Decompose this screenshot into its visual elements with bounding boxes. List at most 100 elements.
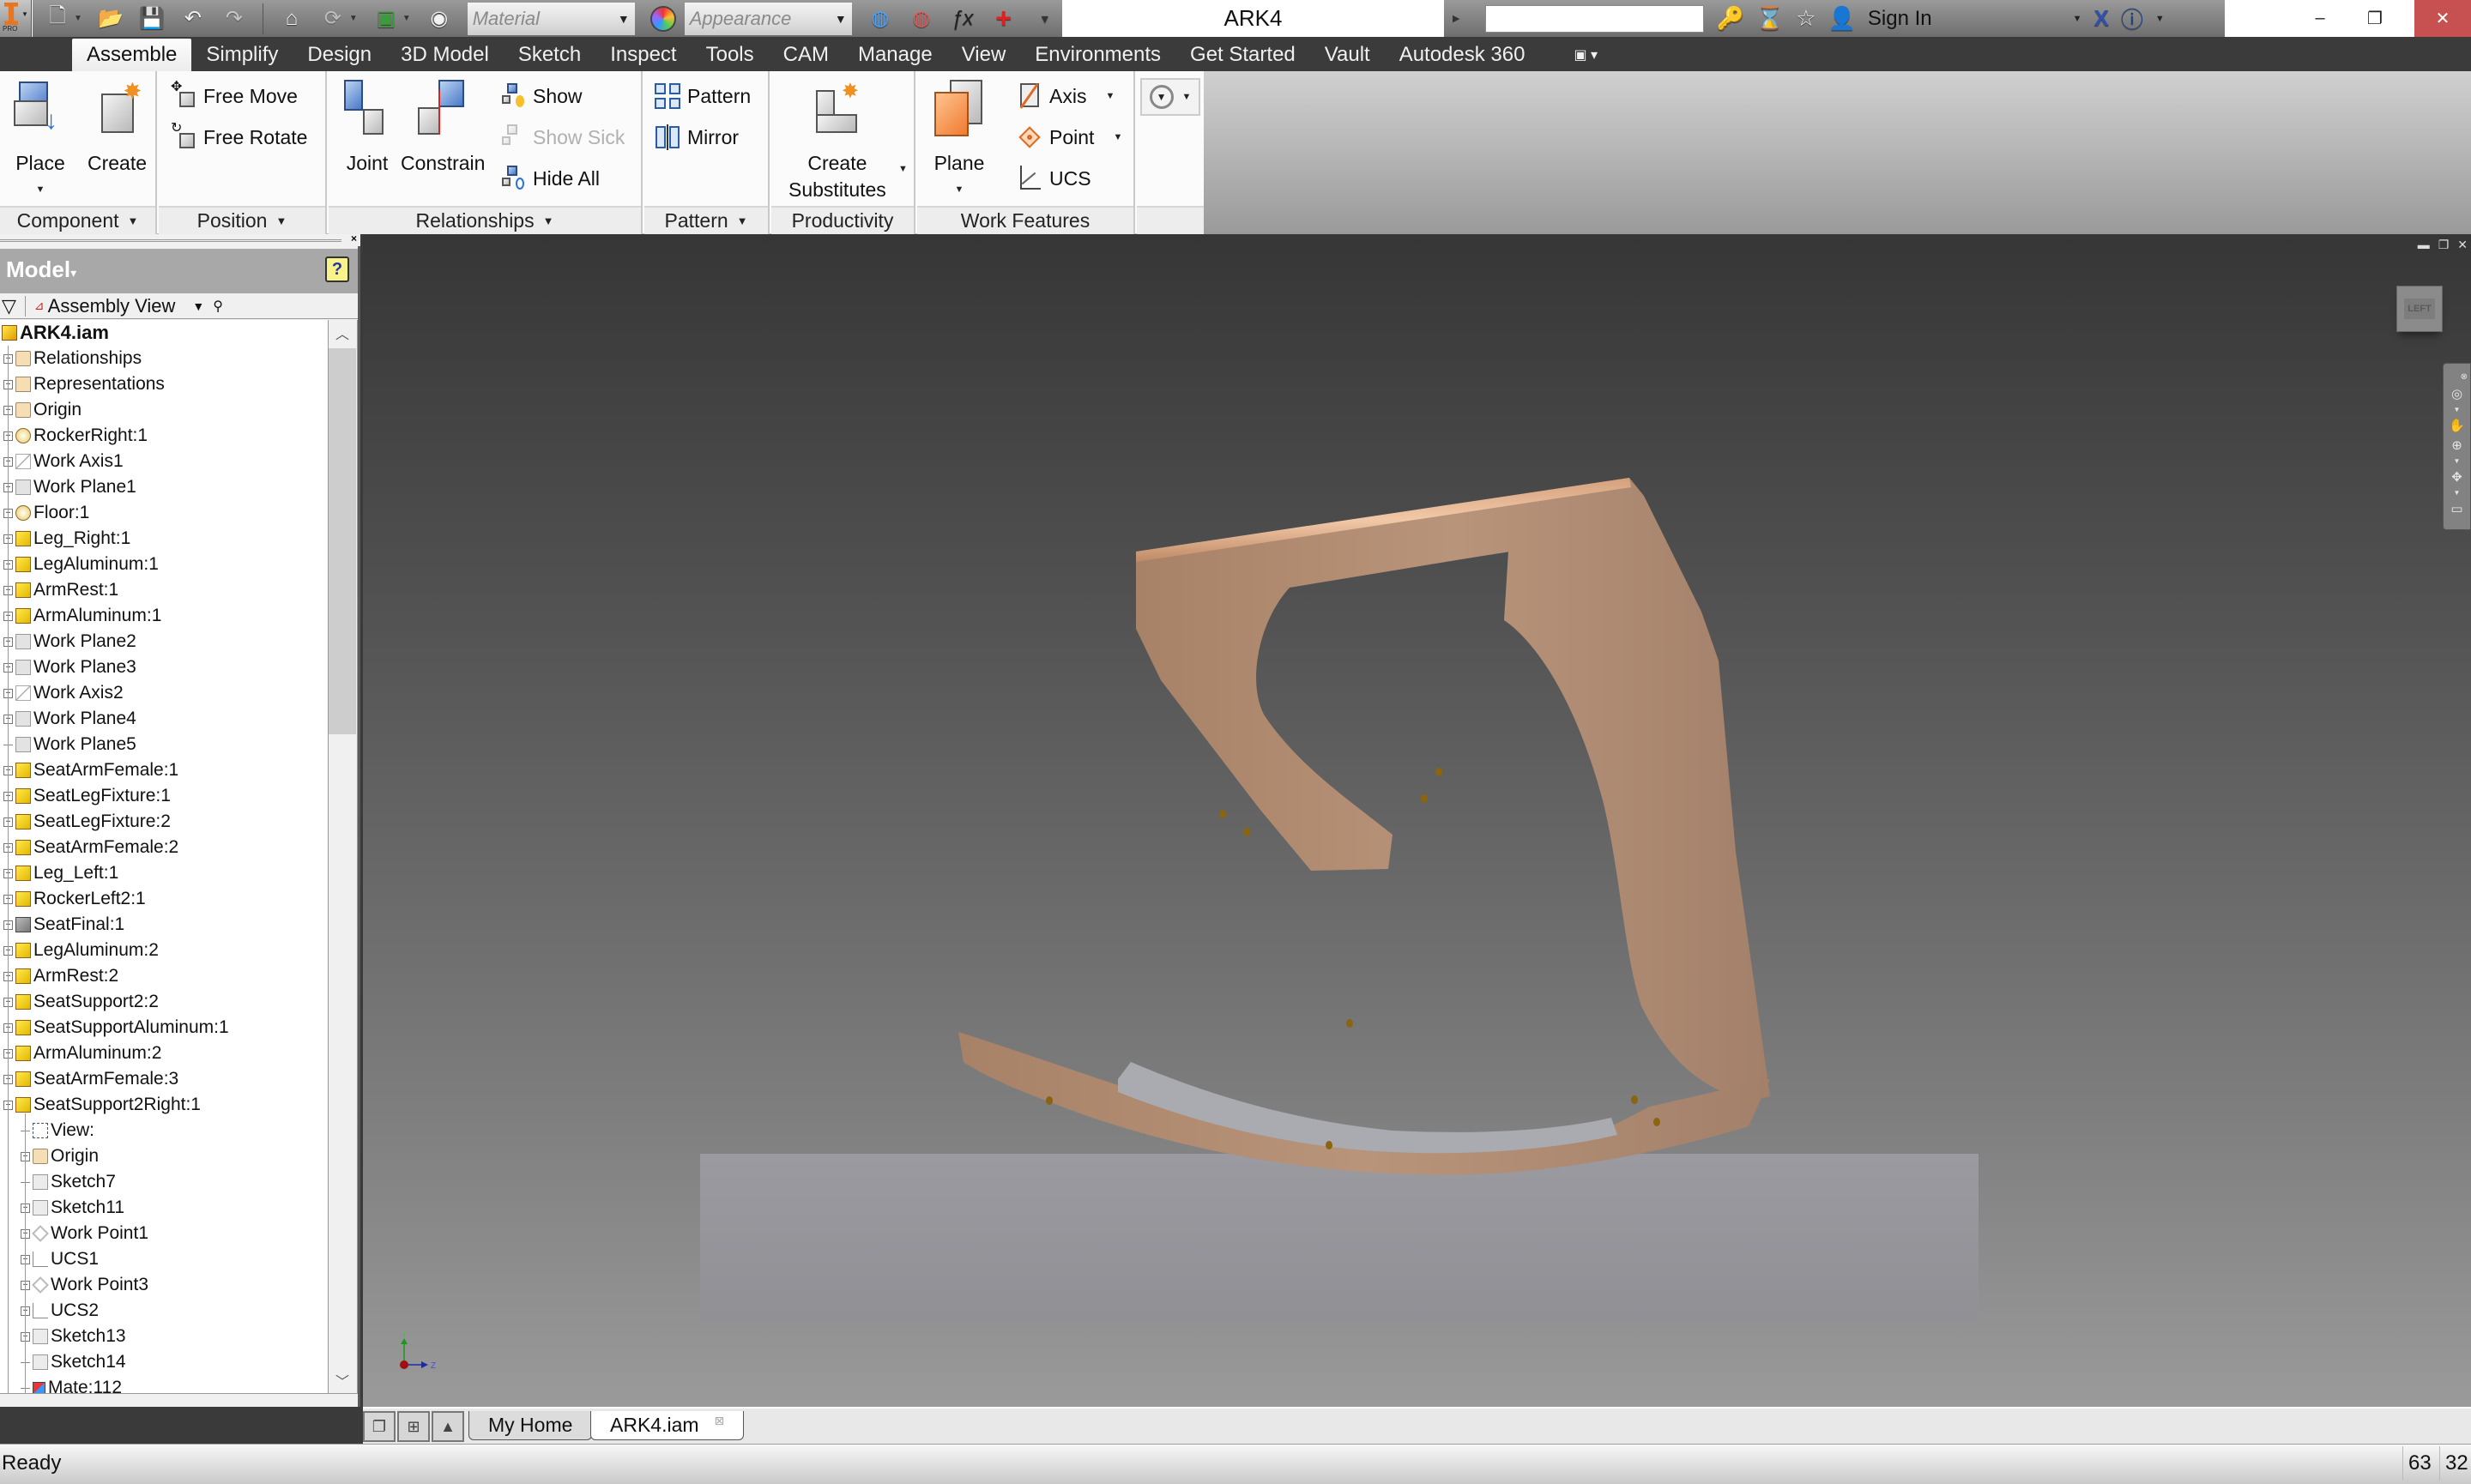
tree-item[interactable]: Sketch7 xyxy=(21,1169,116,1195)
tree-item[interactable]: +Work Point1 xyxy=(21,1221,148,1246)
tree-item[interactable]: +SeatArmFemale:3 xyxy=(3,1066,178,1092)
chevron-down-icon[interactable]: ▼ xyxy=(2454,457,2461,465)
create-button[interactable]: ✸ Create xyxy=(88,78,147,177)
tree-item[interactable]: +Work Axis2 xyxy=(3,680,124,706)
chevron-down-icon[interactable]: ▼ xyxy=(898,164,908,174)
tree-item[interactable]: +Floor:1 xyxy=(3,500,89,526)
tab-3d-model[interactable]: 3D Model xyxy=(386,39,504,71)
tree-item[interactable]: +SeatArmFemale:1 xyxy=(3,757,178,783)
constrain-button[interactable]: Constrain xyxy=(401,78,485,177)
show-button[interactable]: Show xyxy=(500,83,583,109)
tab-get-started[interactable]: Get Started xyxy=(1175,39,1310,71)
cascade-windows-button[interactable]: ❐ xyxy=(363,1411,396,1442)
customize-icon[interactable]: ▾ xyxy=(1032,6,1058,32)
chevron-down-icon[interactable]: ▼ xyxy=(2454,406,2461,413)
adjust-appearance-icon[interactable]: ◍ xyxy=(867,6,893,32)
tree-item[interactable]: +ArmAluminum:2 xyxy=(3,1041,161,1066)
mirror-button[interactable]: Mirror xyxy=(655,124,739,150)
tree-item[interactable]: +SeatLegFixture:1 xyxy=(3,783,171,809)
help-icon[interactable]: ? xyxy=(325,256,349,282)
scroll-down-icon[interactable]: ﹀ xyxy=(329,1367,356,1393)
select-icon[interactable]: ▣ xyxy=(373,6,399,32)
tree-item[interactable]: View: xyxy=(21,1118,94,1143)
exchange-icon[interactable]: X xyxy=(2094,5,2109,32)
appearance-dropdown[interactable]: Appearance ▼ xyxy=(684,2,852,35)
panel-overflow-button[interactable]: ▼ ▼ xyxy=(1140,78,1200,116)
tree-item[interactable]: +Work Plane4 xyxy=(3,706,136,732)
open-icon[interactable]: 📂 xyxy=(98,6,124,32)
tree-item[interactable]: Work Plane5 xyxy=(3,732,136,757)
viewcube[interactable]: LEFT xyxy=(2396,286,2443,332)
tab-environments[interactable]: Environments xyxy=(1020,39,1175,71)
tree-item[interactable]: +RockerLeft2:1 xyxy=(3,886,146,912)
tree-item[interactable]: Sketch14 xyxy=(21,1349,126,1375)
chevron-down-icon[interactable]: ▼ xyxy=(349,14,358,23)
graphics-viewport[interactable]: ▬ ❐ ✕ LEFT ⊗ ◎ ▼ ✋ ⊕ ▼ ✥ ▼ ▭ Y Z xyxy=(363,234,2471,1407)
free-move-button[interactable]: ✥ Free Move xyxy=(171,80,298,109)
sign-in-button[interactable]: Sign In xyxy=(1868,7,1932,31)
scrollbar-thumb[interactable] xyxy=(329,348,356,734)
tab-simplify[interactable]: Simplify xyxy=(191,39,293,71)
user-icon[interactable]: 👤 xyxy=(1828,5,1856,32)
plane-button[interactable]: Plane ▼ xyxy=(931,78,988,203)
tree-item[interactable]: −SeatSupport2Right:1 xyxy=(3,1092,201,1118)
tab-cam[interactable]: CAM xyxy=(769,39,843,71)
tree-item[interactable]: +Relationships xyxy=(3,346,142,371)
close-icon[interactable]: × xyxy=(351,232,357,244)
undo-icon[interactable]: ↶ xyxy=(180,6,206,32)
pattern-button[interactable]: Pattern xyxy=(655,83,751,109)
redo-icon[interactable]: ↷ xyxy=(221,6,247,32)
chevron-down-icon[interactable]: ▼ xyxy=(74,14,82,23)
ucs-button[interactable]: UCS xyxy=(1017,166,1091,191)
material-dropdown[interactable]: Material ▼ xyxy=(467,2,635,35)
tree-item[interactable]: +SeatFinal:1 xyxy=(3,912,124,938)
tab-assemble[interactable]: Assemble xyxy=(72,39,192,71)
chevron-down-icon[interactable]: ▼ xyxy=(2454,489,2461,497)
appearance-icon[interactable] xyxy=(649,5,676,32)
close-button[interactable]: ✕ xyxy=(2414,0,2471,37)
panel-title-component[interactable]: Component ▼ xyxy=(0,206,155,234)
chevron-down-icon[interactable]: ▼ xyxy=(2155,14,2165,24)
tree-item[interactable]: +UCS1 xyxy=(21,1246,99,1272)
tree-item[interactable]: +ArmRest:2 xyxy=(3,963,118,989)
rocking-chair-model[interactable] xyxy=(363,234,2471,1407)
place-button[interactable]: ↓ Place ▼ xyxy=(12,78,69,203)
tree-item[interactable]: +Leg_Left:1 xyxy=(3,860,118,886)
tab-autodesk-360[interactable]: Autodesk 360 xyxy=(1385,39,1540,71)
save-icon[interactable]: 💾 xyxy=(139,6,165,32)
tree-item[interactable]: +LegAluminum:2 xyxy=(3,938,159,963)
tree-item[interactable]: +SeatSupportAluminum:1 xyxy=(3,1015,229,1041)
tree-item[interactable]: +SeatSupport2:2 xyxy=(3,989,159,1015)
filter-icon[interactable]: ▽ xyxy=(2,295,16,317)
panel-title-position[interactable]: Position ▼ xyxy=(159,206,325,234)
communication-icon[interactable]: ⌛ xyxy=(1756,5,1784,32)
tree-scrollbar[interactable]: ︿ ﹀ xyxy=(329,320,358,1394)
tab-inspect[interactable]: Inspect xyxy=(595,39,691,71)
tree-item[interactable]: +ArmRest:1 xyxy=(3,577,118,603)
tree-item[interactable]: +Origin xyxy=(3,397,82,423)
hide-all-button[interactable]: Hide All xyxy=(500,166,600,191)
chevron-down-icon[interactable]: ▼ xyxy=(402,14,411,23)
point-button[interactable]: Point ▼ xyxy=(1017,124,1122,150)
free-rotate-button[interactable]: ↻ Free Rotate xyxy=(171,121,307,150)
tree-item[interactable]: +Sketch13 xyxy=(21,1324,126,1349)
scroll-up-icon[interactable]: ︿ xyxy=(329,320,356,346)
open-documents-button[interactable]: ▲ xyxy=(432,1411,464,1442)
tab-vault[interactable]: Vault xyxy=(1310,39,1385,71)
tree-item[interactable]: +LegAluminum:1 xyxy=(3,552,159,577)
tab-tools[interactable]: Tools xyxy=(692,39,769,71)
tree-item[interactable]: +UCS2 xyxy=(21,1298,99,1324)
tree-item[interactable]: +Leg_Right:1 xyxy=(3,526,130,552)
material-icon[interactable]: ◉ xyxy=(426,6,452,32)
tree-item[interactable]: +Representations xyxy=(3,371,165,397)
axis-button[interactable]: Axis ▼ xyxy=(1017,83,1115,109)
look-at-icon[interactable]: ▭ xyxy=(2450,501,2462,516)
tree-item[interactable]: +Work Plane1 xyxy=(3,474,136,500)
chevron-down-icon[interactable]: ▼ xyxy=(2073,14,2082,24)
rocker-part[interactable] xyxy=(958,1032,1770,1175)
tree-item[interactable]: +Work Plane2 xyxy=(3,629,136,655)
restore-button[interactable]: ❐ xyxy=(2347,0,2402,37)
tab-manage[interactable]: Manage xyxy=(843,39,947,71)
tree-item[interactable]: +SeatLegFixture:2 xyxy=(3,809,171,835)
expand-icon[interactable]: ▶ xyxy=(1453,13,1459,24)
